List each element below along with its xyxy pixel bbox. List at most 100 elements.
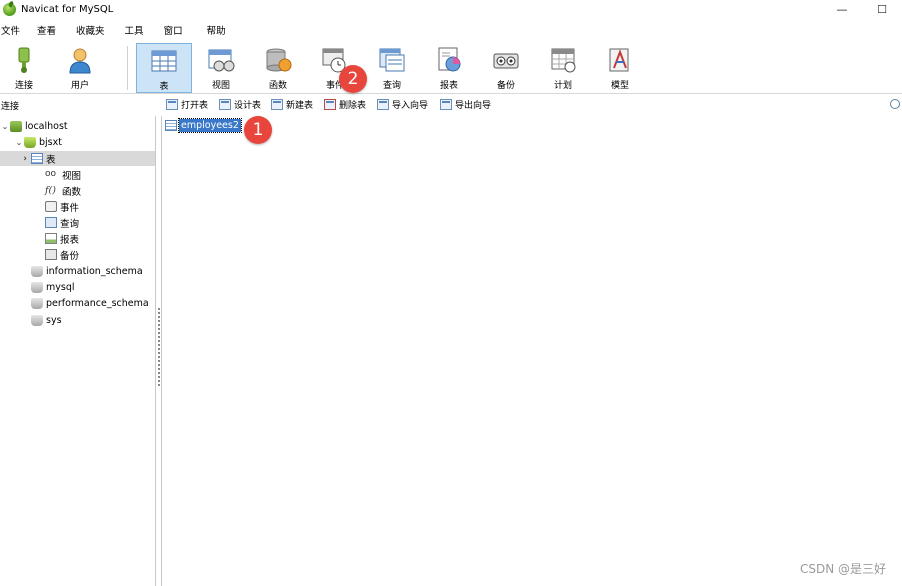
- function-icon: f(): [45, 185, 56, 196]
- tree-item-queries-label: 查询: [60, 218, 80, 230]
- annotation-badge-2: 2: [339, 65, 367, 93]
- menu-favorites[interactable]: 收藏夹: [67, 23, 116, 37]
- chevron-down-icon[interactable]: ⌄: [14, 138, 24, 147]
- tree-item-localhost[interactable]: ⌄ localhost: [0, 119, 68, 134]
- schedule-icon: [549, 46, 577, 74]
- toolbar-model-button[interactable]: 模型: [592, 43, 648, 93]
- watermark: CSDN @是三好: [799, 562, 886, 576]
- tree-item-queries[interactable]: 查询: [45, 215, 79, 230]
- menu-view[interactable]: 查看: [31, 23, 67, 37]
- delete-table-button[interactable]: 删除表: [324, 98, 366, 111]
- new-table-icon: [271, 99, 283, 110]
- toolbar-table-label: 表: [159, 82, 169, 92]
- export-wizard-button[interactable]: 导出向导: [440, 98, 491, 111]
- toolbar-schedule-label: 计划: [553, 81, 572, 91]
- object-toolbar: 连接 打开表 设计表 新建表 删除表 导入向导 导出向导: [0, 97, 902, 114]
- toolbar-function-button[interactable]: 函数: [250, 43, 306, 93]
- splitter-grip[interactable]: [158, 308, 160, 388]
- menu-bar: 文件 查看 收藏夹 工具 窗口 帮助: [0, 22, 902, 38]
- table-icon: [31, 153, 43, 164]
- server-icon: [10, 121, 22, 132]
- view-icon: oo: [45, 169, 57, 179]
- chevron-right-icon[interactable]: ›: [0, 154, 31, 164]
- search-icon[interactable]: [890, 99, 900, 109]
- toolbar-view-label: 视图: [211, 81, 230, 91]
- query-icon: [45, 217, 57, 228]
- tree-item-backups-label: 备份: [60, 250, 80, 262]
- toolbar-schedule-button[interactable]: 计划: [535, 43, 591, 93]
- open-table-button[interactable]: 打开表: [166, 98, 208, 111]
- export-wizard-icon: [440, 99, 452, 110]
- user-icon: [66, 46, 94, 74]
- connection-tree: ⌄ localhost ⌄ bjsxt › 表 oo 视图 f() 函数 事件 …: [0, 116, 156, 586]
- connection-icon: [10, 46, 38, 74]
- design-table-button[interactable]: 设计表: [219, 98, 261, 111]
- model-icon: [606, 46, 634, 74]
- import-wizard-icon: [377, 99, 389, 110]
- connection-panel-label: 连接: [1, 102, 20, 112]
- tree-item-functions[interactable]: f() 函数: [45, 183, 81, 198]
- new-table-button[interactable]: 新建表: [271, 98, 313, 111]
- toolbar-query-label: 查询: [382, 81, 401, 91]
- table-item-employees2[interactable]: employees2: [165, 118, 242, 133]
- function-icon: [264, 46, 292, 74]
- view-icon: [207, 46, 235, 74]
- tree-item-views[interactable]: oo 视图: [45, 167, 81, 182]
- design-table-label: 设计表: [234, 101, 262, 111]
- window-controls: — ☐: [822, 0, 902, 18]
- toolbar-user-label: 用户: [70, 81, 89, 91]
- database-icon: [24, 137, 36, 148]
- table-item-label: employees2: [178, 118, 242, 133]
- tree-item-bjsxt-label: bjsxt: [39, 137, 62, 148]
- database-icon: [31, 315, 43, 326]
- toolbar-separator: [127, 46, 128, 90]
- delete-table-label: 删除表: [339, 101, 367, 111]
- tree-item-information-schema[interactable]: information_schema: [31, 264, 143, 279]
- open-table-icon: [166, 99, 178, 110]
- menu-file[interactable]: 文件: [0, 23, 31, 37]
- tree-item-tables[interactable]: › 表: [0, 151, 155, 166]
- toolbar-report-button[interactable]: 报表: [421, 43, 477, 93]
- tree-item-sys-label: sys: [46, 315, 62, 326]
- toolbar-backup-button[interactable]: 备份: [478, 43, 534, 93]
- toolbar-query-button[interactable]: 查询: [364, 43, 420, 93]
- tree-item-events-label: 事件: [60, 202, 80, 214]
- tree-item-tables-label: 表: [46, 154, 56, 166]
- tree-item-reports-label: 报表: [60, 234, 80, 246]
- maximize-button[interactable]: ☐: [862, 0, 902, 18]
- toolbar-function-label: 函数: [268, 81, 287, 91]
- annotation-badge-1: 1: [244, 116, 272, 144]
- import-wizard-button[interactable]: 导入向导: [377, 98, 428, 111]
- toolbar-connection-label: 连接: [14, 81, 33, 91]
- chevron-down-icon[interactable]: ⌄: [0, 122, 10, 131]
- table-icon: [150, 47, 178, 75]
- minimize-button[interactable]: —: [822, 0, 862, 18]
- tree-item-mysql-label: mysql: [46, 282, 75, 293]
- menu-help[interactable]: 帮助: [194, 23, 237, 37]
- tree-item-localhost-label: localhost: [25, 121, 68, 132]
- tree-item-sys[interactable]: sys: [31, 313, 62, 328]
- toolbar-model-label: 模型: [610, 81, 629, 91]
- tree-item-bjsxt[interactable]: ⌄ bjsxt: [14, 135, 62, 150]
- report-icon: [435, 46, 463, 74]
- tree-item-performance-schema[interactable]: performance_schema: [31, 296, 149, 311]
- toolbar-report-label: 报表: [439, 81, 458, 91]
- menu-window[interactable]: 窗口: [155, 23, 194, 37]
- tree-item-events[interactable]: 事件: [45, 199, 79, 214]
- menu-tools[interactable]: 工具: [116, 23, 155, 37]
- toolbar-backup-label: 备份: [496, 81, 515, 91]
- database-icon: [31, 266, 43, 277]
- toolbar-table-button[interactable]: 表: [136, 43, 192, 93]
- object-list: employees2: [162, 116, 902, 586]
- report-icon: [45, 233, 57, 244]
- database-icon: [31, 298, 43, 309]
- toolbar-user-button[interactable]: 用户: [52, 43, 108, 93]
- tree-item-mysql[interactable]: mysql: [31, 280, 75, 295]
- tree-item-backups[interactable]: 备份: [45, 247, 79, 262]
- delete-table-icon: [324, 99, 336, 110]
- toolbar-connection-button[interactable]: 连接: [0, 43, 52, 93]
- toolbar-view-button[interactable]: 视图: [193, 43, 249, 93]
- tree-item-reports[interactable]: 报表: [45, 231, 79, 246]
- event-icon: [45, 201, 57, 212]
- database-icon: [31, 282, 43, 293]
